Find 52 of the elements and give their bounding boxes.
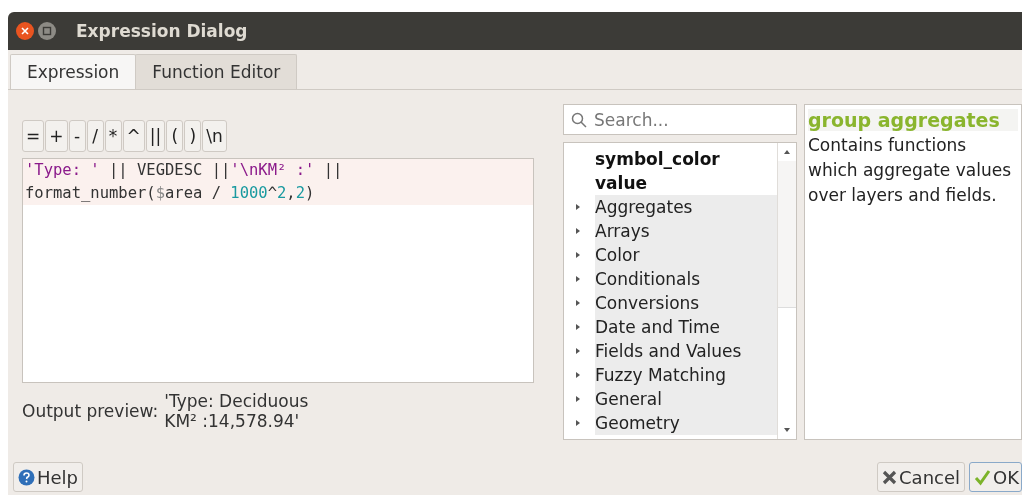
- operator-button[interactable]: ): [184, 120, 202, 152]
- window-title: Expression Dialog: [76, 21, 248, 41]
- expand-arrow-icon[interactable]: [575, 227, 581, 235]
- operator-button[interactable]: -: [68, 120, 86, 152]
- scroll-up-icon[interactable]: [783, 149, 791, 155]
- operator-button[interactable]: ||: [145, 120, 166, 152]
- output-preview-label: Output preview:: [22, 401, 159, 421]
- expand-arrow-icon[interactable]: [575, 275, 581, 283]
- output-preview-value: 'Type: Deciduous: [164, 391, 309, 411]
- operator-button[interactable]: +: [45, 120, 68, 152]
- scrollbar[interactable]: [777, 143, 796, 439]
- operator-button[interactable]: /: [86, 120, 104, 152]
- list-item[interactable]: Conditionals: [595, 267, 777, 291]
- help-title: group aggregates: [808, 109, 1018, 131]
- operator-button[interactable]: (: [166, 120, 184, 152]
- expand-arrow-icon[interactable]: [575, 251, 581, 259]
- operator-button[interactable]: ^: [122, 120, 145, 152]
- expand-arrow-icon[interactable]: [575, 419, 581, 427]
- x-icon: [882, 469, 898, 485]
- search-icon: [571, 112, 587, 128]
- tab[interactable]: Expression: [10, 54, 137, 89]
- list-item[interactable]: Arrays: [595, 219, 777, 243]
- checkmark-icon: [974, 468, 991, 486]
- help-icon: [18, 468, 35, 486]
- expand-arrow-icon[interactable]: [575, 347, 581, 355]
- expand-arrow-icon[interactable]: [575, 323, 581, 331]
- expression-editor[interactable]: 'Type: ' || VEGDESC ||'\nKM² :' || format_number($area / 1000^2,2): [22, 158, 534, 383]
- expand-arrow-icon[interactable]: [575, 203, 581, 211]
- list-item[interactable]: Conversions: [595, 291, 777, 315]
- operator-button[interactable]: \n: [202, 120, 227, 152]
- expand-arrow-icon[interactable]: [575, 371, 581, 379]
- output-preview-value: KM² :14,578.94': [164, 411, 301, 431]
- close-icon[interactable]: [16, 22, 34, 40]
- expand-arrow-icon[interactable]: [575, 395, 581, 403]
- list-item[interactable]: Date and Time: [595, 315, 777, 339]
- list-item[interactable]: Fuzzy Matching: [595, 363, 777, 387]
- scrollbar-thumb[interactable]: [778, 161, 796, 308]
- cancel-button[interactable]: Cancel: [877, 462, 965, 492]
- help-text: Contains functions which aggregate values over layers and fields.: [808, 134, 1013, 207]
- expand-arrow-icon[interactable]: [575, 299, 581, 307]
- operator-button[interactable]: =: [22, 120, 45, 152]
- help-button[interactable]: Help: [13, 462, 84, 492]
- tab[interactable]: Function Editor: [135, 54, 298, 89]
- list-item[interactable]: Geometry: [595, 411, 777, 435]
- list-item[interactable]: Aggregates: [595, 195, 777, 219]
- list-item[interactable]: Fields and Values: [595, 339, 777, 363]
- operator-button[interactable]: *: [104, 120, 122, 152]
- ok-button[interactable]: OK: [969, 462, 1022, 492]
- search-field[interactable]: Search...: [563, 104, 797, 135]
- scroll-down-icon[interactable]: [783, 427, 791, 433]
- list-item[interactable]: General: [595, 387, 777, 411]
- list-item[interactable]: Color: [595, 243, 777, 267]
